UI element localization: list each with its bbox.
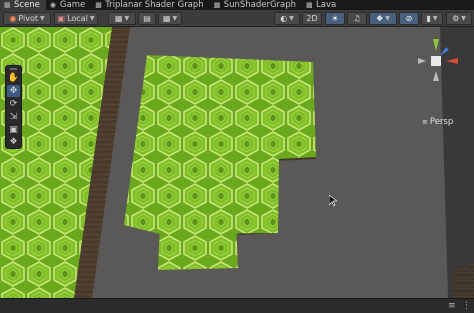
effects-dropdown[interactable]: ❖ ▼ <box>369 12 397 25</box>
audio-icon: ♫ <box>353 14 361 23</box>
shell-plane-lower <box>158 223 238 270</box>
camera-settings-dropdown[interactable]: ▮ ▼ <box>421 12 443 25</box>
chevron-down-icon: ▼ <box>289 15 294 22</box>
axis-neg-y-cone[interactable] <box>433 71 439 81</box>
chevron-down-icon: ▼ <box>124 15 130 22</box>
axis-x-cone[interactable] <box>446 58 458 64</box>
orientation-gizmo[interactable] <box>416 35 460 85</box>
gizmos-dropdown[interactable]: ⚙ ▼ <box>446 12 472 25</box>
mode-2d-label: 2D <box>306 14 318 23</box>
visibility-icon: ⊘ <box>405 14 413 23</box>
rect-tool-icon[interactable]: ▣ <box>7 124 20 136</box>
snap-settings-button[interactable]: ▦ ▼ <box>158 12 182 25</box>
snap-increment-button[interactable]: ▤ <box>138 12 156 25</box>
axis-neg-x-cone[interactable] <box>418 58 426 64</box>
tool-palette: ✋ ✥ ⟳ ⇲ ▣ ❖ <box>5 65 22 149</box>
mouse-cursor-icon <box>329 195 337 207</box>
effects-icon: ❖ <box>376 14 384 23</box>
tab-label: Game <box>59 0 86 10</box>
chevron-down-icon: ▼ <box>172 15 178 22</box>
tab-triplanar-shader-graph[interactable]: ▩ Triplanar Shader Graph <box>91 0 209 10</box>
status-bar: ≡ ⋮ <box>0 298 474 313</box>
more-options-icon[interactable]: ⋮ <box>462 301 471 311</box>
pivot-label: Pivot <box>18 14 38 23</box>
tab-scene[interactable]: ▦ Scene <box>0 0 46 10</box>
snap-icon: ▤ <box>143 14 151 23</box>
local-icon: ▣ <box>57 14 66 23</box>
chevron-down-icon: ▼ <box>385 15 390 22</box>
scene-viewport[interactable]: ✋ ✥ ⟳ ⇲ ▣ ❖ ≡ Persp <box>0 27 474 298</box>
scene-toolbar: ◉ Pivot ▼ ▣ Local ▼ ▦ ▼ ▤ ▦ ▼ ◐ ▼ 2D ☀ ♫… <box>0 10 474 27</box>
wood-right <box>452 263 474 298</box>
tab-label: Triplanar Shader Graph <box>105 0 204 10</box>
rotate-tool-icon[interactable]: ⟳ <box>7 98 20 110</box>
palette-grip-icon[interactable] <box>10 68 17 70</box>
gizmos-icon: ⚙ <box>452 14 460 23</box>
shader-graph-icon: ▩ <box>306 0 313 9</box>
tab-label: SunShaderGraph <box>223 0 297 10</box>
game-icon: ◉ <box>49 0 57 9</box>
chevron-down-icon: ▼ <box>461 15 466 22</box>
camera-icon: ▮ <box>426 14 431 23</box>
grid-snap-button[interactable]: ▦ ▼ <box>108 12 136 25</box>
grid-icon: ▦ <box>114 14 123 23</box>
tab-label: Scene <box>14 0 40 10</box>
shading-sphere-icon: ◐ <box>280 14 288 23</box>
shader-graph-icon: ▩ <box>95 0 102 9</box>
lock-small-icon: ≡ <box>422 118 428 126</box>
tab-lava[interactable]: ▩ Lava <box>302 0 342 10</box>
shading-mode-dropdown[interactable]: ◐ ▼ <box>274 12 300 25</box>
chevron-down-icon: ▼ <box>89 15 95 22</box>
tab-label: Lava <box>316 0 337 10</box>
scene-render <box>0 27 474 298</box>
pivot-dropdown[interactable]: ◉ Pivot ▼ <box>3 12 51 25</box>
lighting-icon: ☀ <box>331 14 339 23</box>
gizmo-center-cube[interactable] <box>431 56 441 66</box>
scale-tool-icon[interactable]: ⇲ <box>7 111 20 123</box>
hand-tool-icon[interactable]: ✋ <box>7 72 20 84</box>
axis-y-cone[interactable] <box>433 39 439 51</box>
pivot-icon: ◉ <box>9 14 17 23</box>
tab-sun-shader-graph[interactable]: ▩ SunShaderGraph <box>210 0 302 10</box>
tab-game[interactable]: ◉ Game <box>46 0 91 10</box>
move-tool-icon[interactable]: ✥ <box>7 85 20 97</box>
chevron-down-icon: ▼ <box>40 15 45 22</box>
local-dropdown[interactable]: ▣ Local ▼ <box>54 12 98 25</box>
camera-projection-label[interactable]: ≡ Persp <box>422 117 453 127</box>
lighting-toggle[interactable]: ☀ <box>325 12 345 25</box>
scene-visibility-toggle[interactable]: ⊘ <box>399 12 419 25</box>
increment-icon: ▦ <box>162 14 171 23</box>
transform-tool-icon[interactable]: ❖ <box>7 136 20 148</box>
lock-icon[interactable]: ≡ <box>448 301 456 311</box>
scene-icon: ▦ <box>4 0 11 9</box>
shader-graph-icon: ▩ <box>213 0 221 9</box>
mode-2d-toggle[interactable]: 2D <box>302 12 322 25</box>
axis-z-cone[interactable] <box>440 47 449 56</box>
tab-bar: ▦ Scene ◉ Game ▩ Triplanar Shader Graph … <box>0 0 474 10</box>
persp-label: Persp <box>429 117 454 127</box>
local-label: Local <box>67 14 88 23</box>
chevron-down-icon: ▼ <box>432 15 438 22</box>
audio-toggle[interactable]: ♫ <box>347 12 367 25</box>
